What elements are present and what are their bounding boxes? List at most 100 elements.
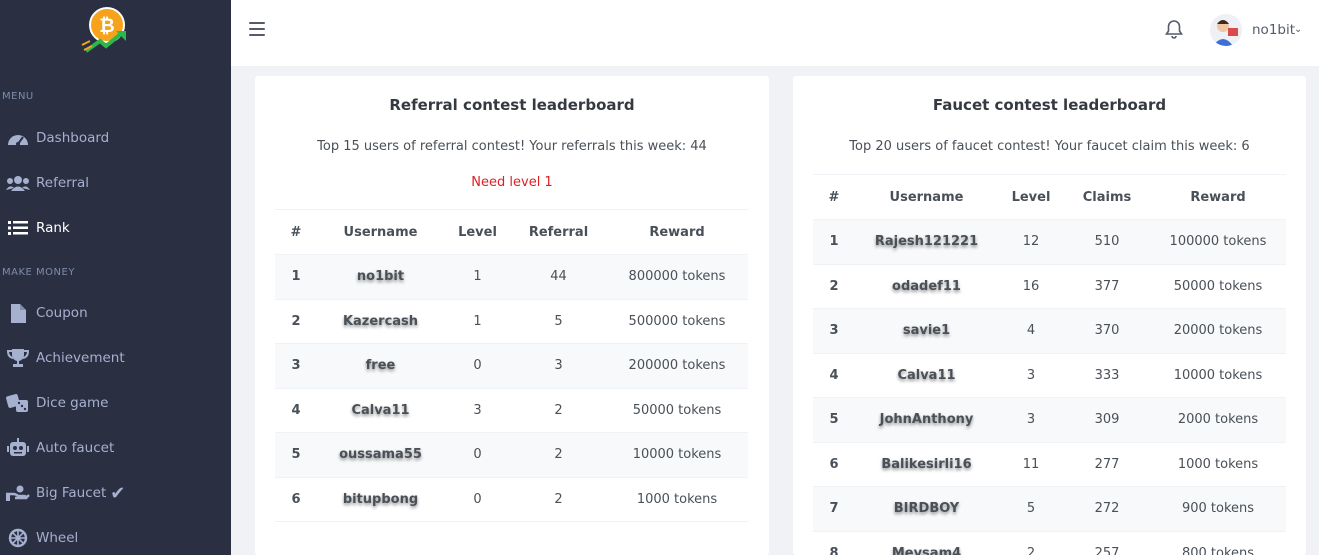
column-header: Username <box>317 209 444 255</box>
reward-cell: 50000 tokens <box>606 388 748 433</box>
sidebar: ₿ MENU Dashboard Referral Rank MAKE MONE… <box>0 0 231 555</box>
sidebar-item-label: Auto faucet <box>36 440 115 456</box>
rank-cell: 4 <box>813 353 855 398</box>
sidebar-item-dashboard[interactable]: Dashboard <box>0 118 231 158</box>
rank-cell: 5 <box>813 397 855 443</box>
table-row: 6 Balikesirli16 11 277 1000 tokens <box>813 442 1286 487</box>
claims-cell: 309 <box>1064 397 1150 443</box>
level-cell: 4 <box>998 308 1064 354</box>
table-header-row: # Username Level Claims Reward <box>813 174 1286 220</box>
sidebar-item-rank[interactable]: Rank <box>0 208 231 248</box>
table-row: 4 Calva11 3 2 50000 tokens <box>275 388 748 433</box>
rank-cell: 6 <box>275 477 317 522</box>
claims-cell: 370 <box>1064 308 1150 354</box>
table-header-row: # Username Level Referral Reward <box>275 209 748 255</box>
chevron-down-icon[interactable]: ⌄ <box>1294 24 1302 35</box>
level-cell: 3 <box>998 353 1064 398</box>
trophy-icon <box>0 348 36 368</box>
referral-subtitle: Top 15 users of referral contest! Your r… <box>317 139 707 154</box>
username-cell: Calva11 <box>855 353 998 398</box>
reward-cell: 10000 tokens <box>606 432 748 478</box>
referral-cell: 44 <box>511 254 606 300</box>
level-cell: 2 <box>998 531 1064 555</box>
column-header: Reward <box>1150 174 1286 220</box>
rank-cell: 7 <box>813 486 855 532</box>
table-row: 7 BIRDBOY 5 272 900 tokens <box>813 486 1286 532</box>
username-cell: Kazercash <box>317 299 444 344</box>
sidebar-item-label: Wheel <box>36 530 79 546</box>
hand-coin-icon <box>0 485 36 501</box>
level-cell: 0 <box>444 432 511 478</box>
reward-cell: 20000 tokens <box>1150 308 1286 354</box>
table-row: 8 Meysam4 2 257 800 tokens <box>813 531 1286 555</box>
table-row: 3 savie1 4 370 20000 tokens <box>813 308 1286 354</box>
reward-cell: 50000 tokens <box>1150 264 1286 309</box>
table-row: 4 Calva11 3 333 10000 tokens <box>813 353 1286 398</box>
robot-icon <box>0 438 36 458</box>
reward-cell: 800 tokens <box>1150 531 1286 555</box>
column-header: Username <box>855 174 998 220</box>
faucet-title: Faucet contest leaderboard <box>932 96 1167 114</box>
reward-cell: 200000 tokens <box>606 343 748 389</box>
sidebar-item-label: Referral <box>36 175 90 191</box>
file-icon <box>0 303 36 323</box>
claims-cell: 277 <box>1064 442 1150 487</box>
top-header: no1bit ⌄ <box>231 0 1319 66</box>
referral-cell: 3 <box>511 343 606 389</box>
sidebar-item-big-faucet[interactable]: Big Faucet ✔ <box>0 473 231 513</box>
reward-cell: 100000 tokens <box>1150 219 1286 265</box>
claims-cell: 272 <box>1064 486 1150 532</box>
rank-cell: 4 <box>275 388 317 433</box>
claims-cell: 257 <box>1064 531 1150 555</box>
reward-cell: 500000 tokens <box>606 299 748 344</box>
menu-toggle-icon[interactable] <box>249 22 265 36</box>
avatar[interactable] <box>1210 14 1242 46</box>
sidebar-item-label: Dice game <box>36 395 109 411</box>
level-cell: 12 <box>998 219 1064 265</box>
username-cell: Balikesirli16 <box>855 442 998 487</box>
referral-cell: 2 <box>511 388 606 433</box>
make-money-section-title: MAKE MONEY <box>2 267 75 278</box>
sidebar-item-auto-faucet[interactable]: Auto faucet <box>0 428 231 468</box>
username-cell: BIRDBOY <box>855 486 998 532</box>
sidebar-item-label: Coupon <box>36 305 88 321</box>
bitcoin-logo[interactable]: ₿ <box>80 5 135 57</box>
table-row: 5 oussama55 0 2 10000 tokens <box>275 432 748 478</box>
reward-cell: 1000 tokens <box>606 477 748 522</box>
sidebar-item-wheel[interactable]: Wheel <box>0 518 231 555</box>
column-header: Claims <box>1064 174 1150 220</box>
username-cell: odadef11 <box>855 264 998 309</box>
column-header: # <box>275 209 317 255</box>
sidebar-item-coupon[interactable]: Coupon <box>0 293 231 333</box>
faucet-subtitle: Top 20 users of faucet contest! Your fau… <box>849 139 1250 154</box>
list-icon <box>0 220 36 236</box>
column-header: Level <box>444 209 511 255</box>
rank-cell: 3 <box>813 308 855 354</box>
sidebar-item-referral[interactable]: Referral <box>0 163 231 203</box>
referral-cell: 5 <box>511 299 606 344</box>
level-cell: 11 <box>998 442 1064 487</box>
referral-table: # Username Level Referral Reward 1 no1bi… <box>275 209 748 522</box>
check-icon: ✔ <box>110 482 126 504</box>
table-row: 1 Rajesh121221 12 510 100000 tokens <box>813 219 1286 265</box>
rank-cell: 2 <box>813 264 855 309</box>
sidebar-item-achievement[interactable]: Achievement <box>0 338 231 378</box>
level-cell: 1 <box>444 299 511 344</box>
reward-cell: 900 tokens <box>1150 486 1286 532</box>
rank-cell: 6 <box>813 442 855 487</box>
level-cell: 3 <box>998 397 1064 443</box>
column-header: Reward <box>606 209 748 255</box>
rank-cell: 1 <box>275 254 317 300</box>
sidebar-item-label: Big Faucet <box>36 485 107 501</box>
sidebar-item-dice-game[interactable]: Dice game <box>0 383 231 423</box>
username-cell: Meysam4 <box>855 531 998 555</box>
username-cell: oussama55 <box>317 432 444 478</box>
user-menu-name[interactable]: no1bit <box>1252 22 1295 38</box>
bell-icon[interactable] <box>1164 19 1184 39</box>
users-icon <box>0 175 36 191</box>
faucet-leaderboard-card: Faucet contest leaderboard Top 20 users … <box>793 76 1306 555</box>
referral-cell: 2 <box>511 432 606 478</box>
reward-cell: 10000 tokens <box>1150 353 1286 398</box>
reward-cell: 800000 tokens <box>606 254 748 300</box>
menu-section-title: MENU <box>2 91 34 102</box>
